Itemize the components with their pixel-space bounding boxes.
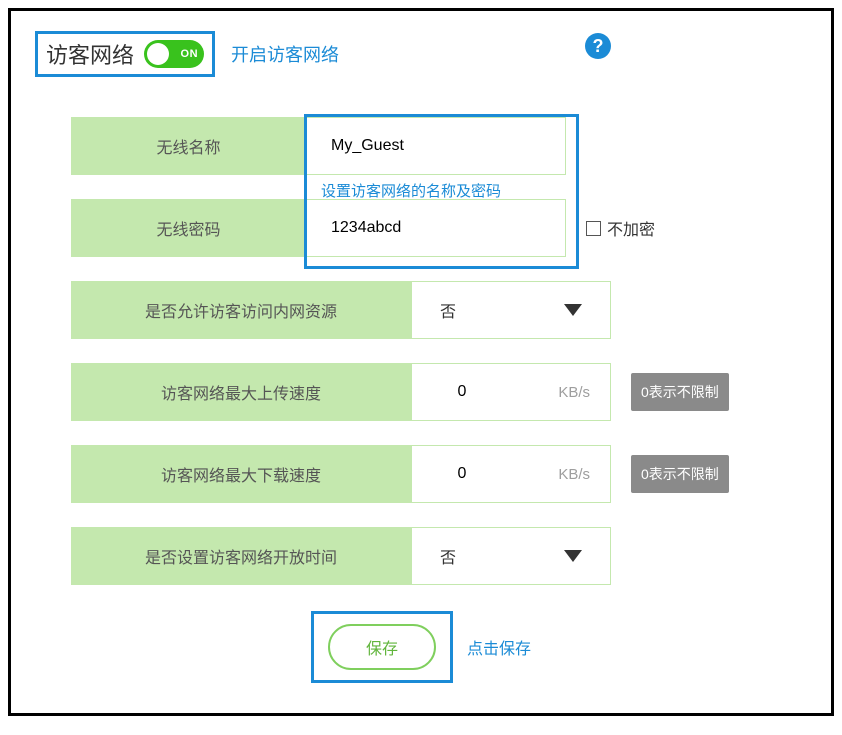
save-button[interactable]: 保存 bbox=[328, 624, 436, 670]
page-title: 访客网络 bbox=[46, 38, 134, 70]
guest-network-toggle[interactable]: ON bbox=[144, 40, 204, 68]
no-encrypt-label: 不加密 bbox=[607, 216, 655, 240]
password-label: 无线密码 bbox=[71, 199, 306, 257]
upload-label: 访客网络最大上传速度 bbox=[71, 363, 411, 421]
download-badge: 0表示不限制 bbox=[631, 455, 729, 493]
no-encrypt-checkbox[interactable] bbox=[586, 221, 601, 236]
upload-input[interactable] bbox=[432, 383, 492, 401]
download-input[interactable] bbox=[432, 465, 492, 483]
help-icon[interactable]: ? bbox=[585, 33, 611, 59]
annotation-name-pwd-hint: 设置访客网络的名称及密码 bbox=[321, 180, 501, 201]
schedule-label: 是否设置访客网络开放时间 bbox=[71, 527, 411, 585]
upload-input-wrap: KB/s bbox=[411, 363, 611, 421]
title-highlight-box: 访客网络 ON bbox=[35, 31, 215, 77]
download-input-wrap: KB/s bbox=[411, 445, 611, 503]
form-rows: 设置访客网络的名称及密码 无线名称 无线密码 不加密 是否允许访客访问内网资源 … bbox=[35, 117, 807, 585]
download-label: 访客网络最大下载速度 bbox=[71, 445, 411, 503]
upload-badge: 0表示不限制 bbox=[631, 373, 729, 411]
allow-lan-select[interactable]: 否 bbox=[411, 281, 611, 339]
password-input-wrap bbox=[306, 199, 566, 257]
row-allow-lan: 是否允许访客访问内网资源 否 bbox=[35, 281, 807, 339]
row-download: 访客网络最大下载速度 KB/s 0表示不限制 bbox=[35, 445, 807, 503]
annotation-save-hint: 点击保存 bbox=[467, 635, 531, 659]
upload-unit: KB/s bbox=[558, 384, 590, 401]
guest-network-panel: 访客网络 ON 开启访客网络 ? 设置访客网络的名称及密码 无线名称 无线密码 bbox=[8, 8, 834, 716]
allow-lan-value: 否 bbox=[440, 298, 456, 322]
no-encrypt-checkbox-wrap[interactable]: 不加密 bbox=[586, 216, 655, 240]
row-schedule: 是否设置访客网络开放时间 否 bbox=[35, 527, 807, 585]
toggle-knob bbox=[147, 43, 169, 65]
row-upload: 访客网络最大上传速度 KB/s 0表示不限制 bbox=[35, 363, 807, 421]
password-input[interactable] bbox=[331, 219, 541, 237]
schedule-select[interactable]: 否 bbox=[411, 527, 611, 585]
header-row: 访客网络 ON 开启访客网络 ? bbox=[35, 31, 807, 77]
save-row: 保存 点击保存 bbox=[35, 611, 807, 683]
toggle-hint-text: 开启访客网络 bbox=[231, 41, 339, 67]
allow-lan-label: 是否允许访客访问内网资源 bbox=[71, 281, 411, 339]
download-unit: KB/s bbox=[558, 466, 590, 483]
row-ssid: 无线名称 bbox=[35, 117, 807, 175]
ssid-input[interactable] bbox=[331, 137, 541, 155]
toggle-state-label: ON bbox=[181, 48, 199, 60]
ssid-input-wrap bbox=[306, 117, 566, 175]
schedule-value: 否 bbox=[440, 544, 456, 568]
annotation-box-save: 保存 bbox=[311, 611, 453, 683]
ssid-label: 无线名称 bbox=[71, 117, 306, 175]
chevron-down-icon bbox=[564, 550, 582, 562]
row-password: 无线密码 不加密 bbox=[35, 199, 807, 257]
chevron-down-icon bbox=[564, 304, 582, 316]
